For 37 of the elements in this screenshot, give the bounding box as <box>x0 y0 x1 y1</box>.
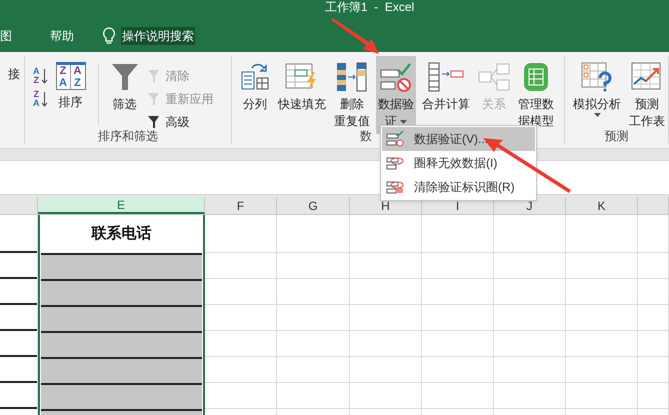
ribbon-button[interactable]: 快速填充 <box>276 56 328 134</box>
ribbon-button[interactable]: 预测 工作表 <box>627 56 667 134</box>
column-header[interactable]: G <box>277 197 350 214</box>
caret-icon <box>594 113 600 117</box>
column-header[interactable]: K <box>566 197 638 214</box>
text-to-columns-icon <box>240 62 270 92</box>
ribbon-button[interactable]: Z A A Z 排序 <box>54 56 88 134</box>
menu-item[interactable]: 圈释无效数据(I) <box>382 151 535 175</box>
table-cell-text: 联系电话 <box>92 224 152 244</box>
ribbon-tab[interactable]: 帮助 <box>36 22 88 50</box>
data-model-icon <box>522 62 550 92</box>
lightbulb-icon <box>102 27 116 45</box>
annotation-arrow <box>330 18 380 56</box>
window-title: 工作簿1 - Excel <box>324 0 414 16</box>
group-label: 数 <box>360 128 372 144</box>
column-header[interactable]: F <box>205 197 277 214</box>
funnel-icon <box>110 62 138 92</box>
group-label: 预测 <box>604 128 628 144</box>
forecast-sheet-icon <box>631 62 663 92</box>
data-validation-icon <box>386 131 404 147</box>
column-header[interactable]: E <box>38 197 205 214</box>
data-validation-icon <box>380 62 412 92</box>
circle-invalid-icon <box>386 155 404 171</box>
remove-duplicates-icon <box>336 62 368 92</box>
flash-fill-icon <box>285 62 319 92</box>
ribbon-button[interactable]: 接 <box>6 56 22 134</box>
what-if-analysis-icon <box>581 62 613 92</box>
ribbon-tab[interactable]: 图 <box>0 22 36 50</box>
tell-me-search[interactable]: 操作说明搜索 <box>121 27 195 45</box>
group-label: 排序和筛选 <box>98 128 158 144</box>
sort-icon: Z A A Z <box>56 62 86 90</box>
relationships-icon <box>478 62 510 92</box>
menu-item[interactable]: 数据验证(V)... <box>382 127 535 151</box>
clear-circles-icon <box>386 179 404 195</box>
ribbon-button[interactable]: 分列 <box>238 56 272 134</box>
menu-item[interactable]: 清除验证标识圈(R) <box>382 175 535 199</box>
consolidate-icon <box>428 62 464 92</box>
